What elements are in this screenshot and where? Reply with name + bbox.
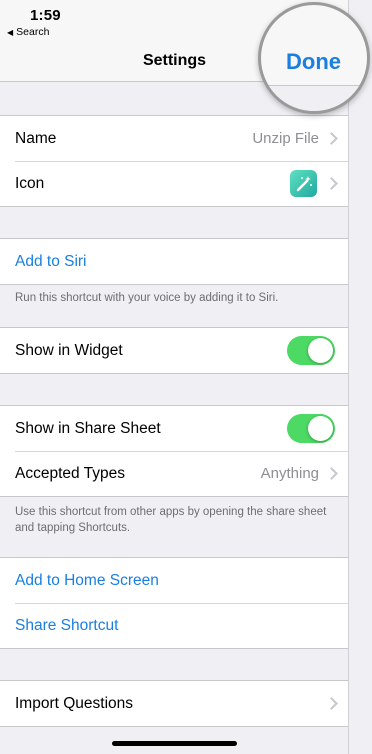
status-time: 1:59: [30, 7, 61, 24]
show-in-share-sheet-row: Show in Share Sheet: [0, 406, 348, 451]
name-value: Unzip File: [252, 130, 319, 147]
share-sheet-group: Show in Share Sheet Accepted Types Anyth…: [0, 405, 348, 497]
import-group: Import Questions: [0, 680, 348, 727]
icon-row[interactable]: Icon: [0, 161, 348, 206]
show-in-share-sheet-toggle[interactable]: [287, 414, 335, 443]
add-to-siri-link[interactable]: Add to Siri: [15, 253, 335, 271]
name-icon-group: Name Unzip File Icon: [0, 115, 348, 207]
add-to-home-screen-row[interactable]: Add to Home Screen: [0, 558, 348, 603]
show-in-share-sheet-label: Show in Share Sheet: [15, 419, 161, 437]
back-triangle-icon: ◀: [7, 27, 14, 37]
share-shortcut-row[interactable]: Share Shortcut: [0, 603, 348, 648]
name-label: Name: [15, 129, 57, 147]
chevron-right-icon: [327, 177, 335, 190]
add-to-home-screen-link[interactable]: Add to Home Screen: [15, 572, 335, 590]
done-callout-magnifier: Done: [258, 2, 370, 114]
back-app-label: Search: [16, 26, 50, 38]
share-shortcut-link[interactable]: Share Shortcut: [15, 617, 335, 635]
chevron-right-icon: [327, 467, 335, 480]
import-questions-label: Import Questions: [15, 694, 134, 712]
import-questions-row[interactable]: Import Questions: [0, 681, 348, 726]
back-to-search[interactable]: ◀ Search: [7, 26, 49, 38]
siri-group: Add to Siri: [0, 238, 348, 285]
icon-label: Icon: [15, 174, 45, 192]
share-sheet-footer-note: Use this shortcut from other apps by ope…: [15, 506, 327, 534]
accepted-types-value: Anything: [260, 465, 319, 482]
chevron-right-icon: [327, 132, 335, 145]
accepted-types-row[interactable]: Accepted Types Anything: [0, 451, 348, 496]
chevron-right-icon: [327, 697, 335, 710]
magic-wand-icon: [290, 170, 317, 197]
show-in-widget-toggle[interactable]: [287, 336, 335, 365]
settings-screen: 1:59 ◀ Search Settings Name Unzip File I…: [0, 0, 349, 754]
home-indicator: [112, 741, 237, 746]
name-row[interactable]: Name Unzip File: [0, 116, 348, 161]
show-in-widget-label: Show in Widget: [15, 341, 123, 359]
widget-group: Show in Widget: [0, 327, 348, 374]
sharing-group: Add to Home Screen Share Shortcut: [0, 557, 348, 649]
add-to-siri-row[interactable]: Add to Siri: [0, 239, 348, 284]
done-button[interactable]: Done: [286, 49, 341, 75]
accepted-types-label: Accepted Types: [15, 464, 126, 482]
siri-footer-note: Run this shortcut with your voice by add…: [15, 292, 279, 304]
show-in-widget-row: Show in Widget: [0, 328, 348, 373]
